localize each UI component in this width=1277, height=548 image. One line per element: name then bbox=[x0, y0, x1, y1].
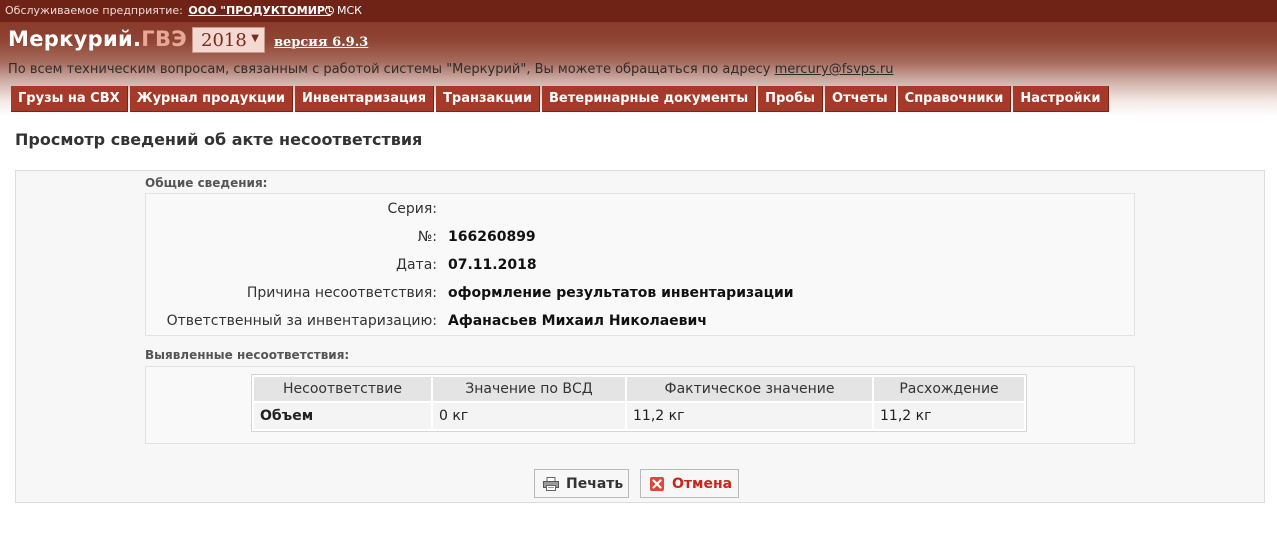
support-text: По всем техническим вопросам, связанным … bbox=[8, 62, 775, 77]
menu-item-reports[interactable]: Отчеты bbox=[825, 86, 896, 112]
column-header: Фактическое значение bbox=[627, 377, 872, 401]
app-logo: Меркурий.ГВЭ bbox=[8, 27, 187, 51]
clock-icon bbox=[325, 6, 334, 15]
printer-icon bbox=[543, 477, 559, 491]
page-title: Просмотр сведений об акте несоответствия bbox=[15, 130, 423, 149]
table-header-row: Несоответствие Значение по ВСД Фактическ… bbox=[254, 377, 1024, 401]
field-value: оформление результатов инвентаризации bbox=[448, 285, 794, 301]
field-label: Причина несоответствия: bbox=[246, 285, 437, 301]
field-row-responsible: Ответственный за инвентаризацию: Афанась… bbox=[146, 313, 1134, 333]
app-header: Обслуживаемое предприятие: ООО "ПРОДУКТО… bbox=[0, 0, 1277, 116]
close-icon bbox=[650, 477, 664, 491]
year-value: 2018 bbox=[201, 30, 247, 51]
field-row-number: №: 166260899 bbox=[146, 229, 1134, 249]
column-header: Несоответствие bbox=[254, 377, 431, 401]
top-bar: Обслуживаемое предприятие: ООО "ПРОДУКТО… bbox=[0, 0, 1277, 22]
table-row: Объем 0 кг 11,2 кг 11,2 кг bbox=[254, 403, 1024, 429]
field-value: Афанасьев Михаил Николаевич bbox=[448, 313, 707, 329]
discrepancies-box: Несоответствие Значение по ВСД Фактическ… bbox=[145, 366, 1135, 444]
menu-item-inventory[interactable]: Инвентаризация bbox=[295, 86, 435, 112]
field-label: Ответственный за инвентаризацию: bbox=[166, 313, 437, 329]
support-notice: По всем техническим вопросам, связанным … bbox=[8, 62, 894, 77]
act-details-panel: Общие сведения: Серия: №: 166260899 Дата… bbox=[15, 170, 1265, 503]
menu-item-settings[interactable]: Настройки bbox=[1013, 86, 1109, 112]
field-label: Серия: bbox=[387, 201, 437, 217]
print-button[interactable]: Печать bbox=[534, 469, 629, 498]
menu-item-vet-documents[interactable]: Ветеринарные документы bbox=[542, 86, 757, 112]
enterprise-label: Обслуживаемое предприятие: bbox=[5, 4, 183, 17]
general-info-box: Серия: №: 166260899 Дата: 07.11.2018 При… bbox=[145, 193, 1135, 336]
table-cell: 0 кг bbox=[433, 403, 625, 429]
table-cell: 11,2 кг bbox=[627, 403, 872, 429]
menu-item-transactions[interactable]: Транзакции bbox=[436, 86, 540, 112]
version-link[interactable]: версия 6.9.3 bbox=[274, 35, 368, 50]
table-cell: 11,2 кг bbox=[874, 403, 1024, 429]
print-button-label: Печать bbox=[566, 476, 624, 492]
cancel-button[interactable]: Отмена bbox=[640, 469, 739, 498]
field-row-date: Дата: 07.11.2018 bbox=[146, 257, 1134, 277]
discrepancies-table: Несоответствие Значение по ВСД Фактическ… bbox=[251, 374, 1027, 432]
general-section-title: Общие сведения: bbox=[145, 176, 268, 190]
field-row-reason: Причина несоответствия: оформление резул… bbox=[146, 285, 1134, 305]
enterprise-info: Обслуживаемое предприятие: ООО "ПРОДУКТО… bbox=[5, 4, 331, 17]
menu-item-references[interactable]: Справочники bbox=[897, 86, 1012, 112]
field-row-series: Серия: bbox=[146, 201, 1134, 221]
enterprise-link[interactable]: ООО "ПРОДУКТОМИР" bbox=[188, 4, 330, 17]
cancel-button-label: Отмена bbox=[672, 476, 733, 492]
field-value: 166260899 bbox=[448, 229, 536, 245]
main-menu: Грузы на СВХ Журнал продукции Инвентариз… bbox=[11, 86, 1111, 112]
brand-main: Меркурий. bbox=[8, 27, 142, 51]
field-label: №: bbox=[417, 229, 437, 245]
field-value: 07.11.2018 bbox=[448, 257, 537, 273]
year-select[interactable]: 2018 ▼ bbox=[192, 27, 265, 53]
menu-item-product-journal[interactable]: Журнал продукции bbox=[129, 86, 294, 112]
support-email-link[interactable]: mercury@fsvps.ru bbox=[775, 62, 894, 77]
chevron-down-icon: ▼ bbox=[251, 33, 259, 44]
table-cell: Объем bbox=[254, 403, 431, 429]
column-header: Значение по ВСД bbox=[433, 377, 625, 401]
field-label: Дата: bbox=[396, 257, 437, 273]
brand-sub: ГВЭ bbox=[141, 27, 187, 51]
timezone: МСК bbox=[325, 4, 362, 17]
timezone-label: МСК bbox=[337, 4, 362, 17]
column-header: Расхождение bbox=[874, 377, 1024, 401]
menu-item-samples[interactable]: Пробы bbox=[758, 86, 824, 112]
discrepancies-section-title: Выявленные несоответствия: bbox=[145, 348, 350, 362]
menu-item-cargo-svh[interactable]: Грузы на СВХ bbox=[11, 86, 128, 112]
